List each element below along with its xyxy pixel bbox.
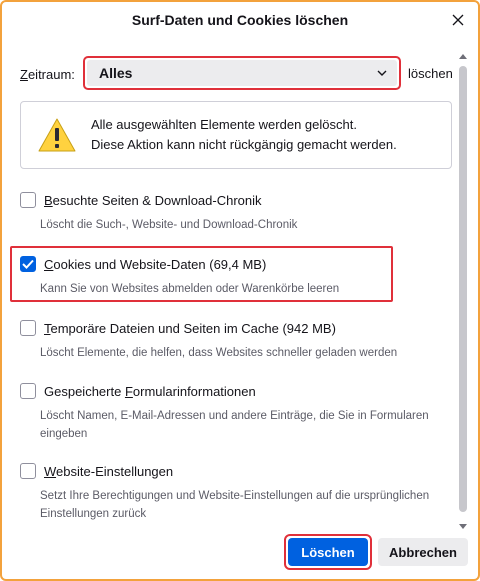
option-cookies-label[interactable]: Cookies und Website-Daten (69,4 MB)	[44, 257, 266, 272]
option-history: Besuchte Seiten & Download-Chronik Lösch…	[20, 190, 452, 234]
option-forms: Gespeicherte Formularinformationen Lösch…	[20, 381, 452, 443]
checkbox-site-settings[interactable]	[20, 463, 36, 479]
time-range-select[interactable]: Alles	[87, 60, 397, 86]
warning-line-2: Diese Aktion kann nicht rückgängig gemac…	[91, 137, 397, 152]
close-button[interactable]	[446, 8, 470, 32]
checkbox-forms[interactable]	[20, 383, 36, 399]
option-forms-label[interactable]: Gespeicherte Formularinformationen	[44, 384, 256, 399]
warning-line-1: Alle ausgewählten Elemente werden gelösc…	[91, 117, 357, 132]
time-range-highlight: Alles	[83, 56, 401, 90]
option-site-settings-label[interactable]: Website-Einstellungen	[44, 464, 173, 479]
dialog-content: Zeitraum: Alles löschen Alle ausgewählte…	[2, 38, 454, 528]
dialog-footer: Löschen Abbrechen	[2, 532, 478, 578]
option-cookies-description: Kann Sie von Websites abmelden oder Ware…	[40, 283, 340, 295]
option-cache-description: Löscht Elemente, die helfen, dass Websit…	[40, 347, 398, 359]
scroll-thumb[interactable]	[459, 66, 467, 512]
option-site-settings-description: Setzt Ihre Berechtigungen und Website-Ei…	[40, 490, 430, 520]
time-range-value: Alles	[99, 65, 133, 81]
scroll-down-button[interactable]	[456, 520, 470, 532]
checkbox-cookies[interactable]	[20, 256, 36, 272]
option-history-label[interactable]: Besuchte Seiten & Download-Chronik	[44, 193, 262, 208]
time-range-row: Zeitraum: Alles löschen	[20, 56, 453, 92]
option-forms-description: Löscht Namen, E-Mail-Adressen und andere…	[40, 410, 429, 440]
scroll-up-button[interactable]	[456, 50, 470, 62]
cancel-button[interactable]: Abbrechen	[378, 538, 468, 566]
option-cookies: Cookies und Website-Daten (69,4 MB) Kann…	[20, 254, 452, 298]
time-range-suffix: löschen	[408, 66, 453, 81]
title-bar: Surf-Daten und Cookies löschen	[2, 2, 478, 38]
chevron-down-icon	[377, 70, 387, 76]
option-site-settings: Website-Einstellungen Setzt Ihre Berecht…	[20, 461, 452, 523]
option-cache: Temporäre Dateien und Seiten im Cache (9…	[20, 318, 452, 362]
checkbox-cache[interactable]	[20, 320, 36, 336]
dialog-window: Surf-Daten und Cookies löschen Zeitraum:…	[0, 0, 480, 581]
option-history-description: Löscht die Such-, Website- und Download-…	[40, 219, 298, 231]
delete-button[interactable]: Löschen	[288, 538, 368, 566]
scroll-down-icon	[459, 523, 467, 529]
warning-icon	[38, 118, 76, 152]
dialog-title: Surf-Daten und Cookies löschen	[131, 12, 349, 28]
warning-text: Alle ausgewählten Elemente werden gelösc…	[91, 115, 397, 155]
delete-button-highlight: Löschen	[284, 534, 372, 570]
checkmark-icon	[22, 259, 34, 269]
checkbox-history[interactable]	[20, 192, 36, 208]
scroll-up-icon	[459, 53, 467, 59]
warning-box: Alle ausgewählten Elemente werden gelösc…	[20, 101, 452, 169]
time-range-label: Zeitraum:	[20, 66, 75, 82]
option-cache-label[interactable]: Temporäre Dateien und Seiten im Cache (9…	[44, 321, 336, 336]
close-icon	[452, 14, 464, 26]
scrollbar[interactable]	[456, 50, 470, 532]
